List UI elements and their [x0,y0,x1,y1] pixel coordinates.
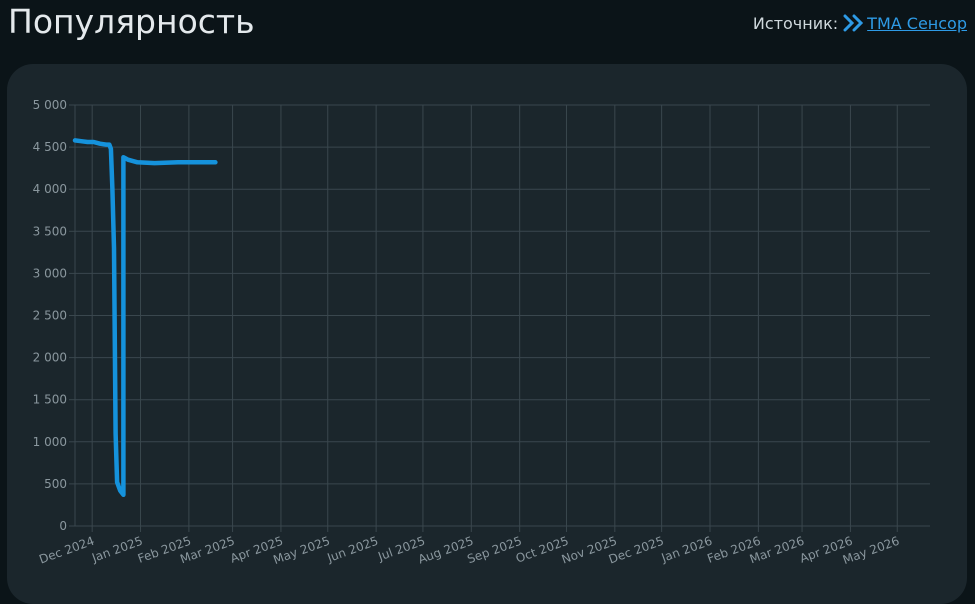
y-tick-label: 0 [59,519,67,533]
x-tick-label: Aug 2025 [416,534,475,567]
x-tick-label: Jan 2025 [89,534,144,566]
page-title: Популярность [8,2,255,41]
y-tick-label: 1 000 [33,435,67,449]
source-label: Источник: [753,14,838,33]
x-tick-label: Dec 2024 [37,534,96,567]
y-tick-label: 2 000 [33,351,67,365]
y-tick-label: 5 000 [33,98,67,112]
x-tick-label: Sep 2025 [465,534,523,567]
y-tick-label: 4 500 [33,140,67,154]
source-link[interactable]: TMA Сенсор [867,14,967,33]
y-tick-label: 500 [44,477,67,491]
y-tick-label: 3 000 [33,266,67,280]
source-attribution: Источник: TMA Сенсор [753,13,967,33]
y-tick-label: 1 500 [33,393,67,407]
popularity-line-chart: 0 500 1 000 1 500 2 000 2 500 3 000 3 500 4 000 4… [7,64,967,587]
x-tick-label: Jun 2025 [325,534,381,566]
x-tick-label: Jan 2026 [659,534,714,566]
header: Популярность Источник: TMA Сенсор [0,0,975,60]
y-tick-label: 3 500 [33,224,67,238]
chart-card: 0 500 1 000 1 500 2 000 2 500 3 000 3 500 4 000 4… [7,64,967,604]
tma-sensor-logo-icon [843,13,863,33]
y-tick-label: 4 000 [33,182,67,196]
y-tick-label: 2 500 [33,309,67,323]
